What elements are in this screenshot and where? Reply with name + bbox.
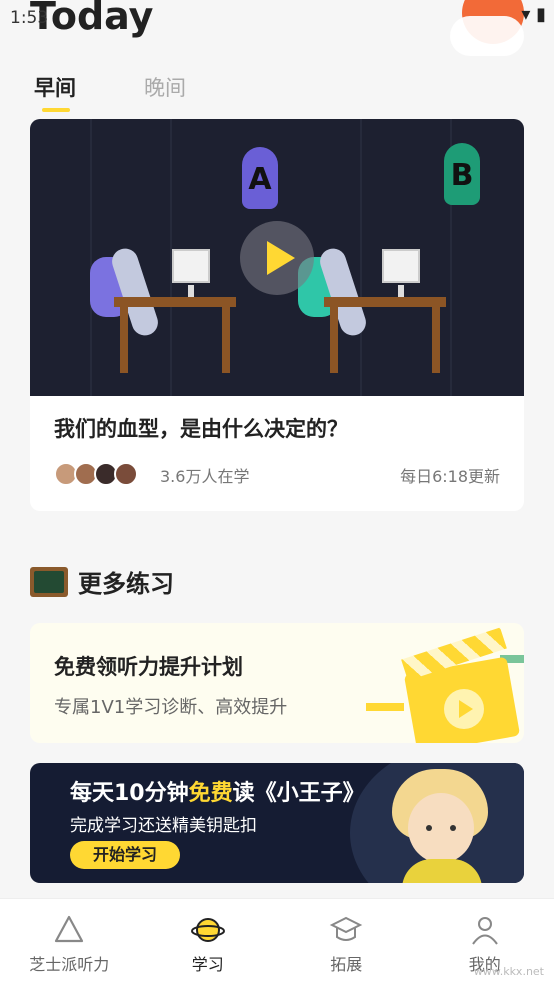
watermark: www.kkx.net bbox=[473, 965, 544, 978]
banner-subtitle: 完成学习还送精美钥匙扣 bbox=[70, 816, 257, 836]
tabbar-item-listening[interactable]: 芝士派听力 bbox=[0, 899, 139, 984]
desk-a-illustration bbox=[114, 249, 236, 373]
video-title[interactable]: 我们的血型，是由什么决定的？ bbox=[54, 413, 348, 443]
little-prince-banner[interactable]: 每天10分钟免费读《小王子》 完成学习还送精美钥匙扣 开始学习 bbox=[30, 763, 524, 883]
eye-icon bbox=[450, 825, 456, 831]
start-learning-button[interactable]: 开始学习 bbox=[70, 841, 180, 869]
banner-title: 每天10分钟免费读《小王子》 bbox=[70, 781, 365, 806]
update-time: 每日6:18更新 bbox=[400, 467, 500, 486]
section-title: 更多练习 bbox=[78, 570, 174, 598]
person-icon bbox=[471, 917, 498, 945]
play-icon[interactable] bbox=[240, 221, 314, 295]
promo-title: 免费领听力提升计划 bbox=[54, 655, 243, 679]
battery-icon: ▾ ▮ bbox=[521, 4, 546, 25]
eye-icon bbox=[426, 825, 432, 831]
video-card[interactable]: A B 我们的血型，是由什么决定的？ 3.6万人在学 每日6:18更新 bbox=[30, 119, 524, 511]
promo-subtitle: 专属1V1学习诊断、高效提升 bbox=[54, 697, 288, 718]
planet-icon bbox=[190, 918, 225, 942]
page-title: Today bbox=[30, 0, 154, 38]
status-time: 1:53 bbox=[10, 8, 49, 28]
letter-b-sign: B bbox=[444, 143, 480, 205]
avatar bbox=[114, 462, 138, 486]
tabbar-item-study[interactable]: 学习 bbox=[139, 899, 278, 984]
graduation-cap-icon bbox=[330, 916, 363, 941]
tabbar-label: 芝士派听力 bbox=[29, 955, 110, 974]
little-prince-face bbox=[408, 793, 474, 863]
tab-evening[interactable]: 晚间 bbox=[144, 72, 186, 102]
cheese-icon bbox=[55, 915, 84, 943]
video-thumbnail[interactable]: A B bbox=[30, 119, 524, 396]
bottom-tab-bar: 芝士派听力 学习 拓展 我的 bbox=[0, 898, 554, 984]
letter-a-sign: A bbox=[242, 147, 278, 209]
blackboard-icon bbox=[30, 566, 68, 597]
play-icon bbox=[444, 689, 484, 729]
learner-avatars bbox=[54, 462, 138, 486]
listening-plan-card[interactable]: 免费领听力提升计划 专属1V1学习诊断、高效提升 bbox=[30, 623, 524, 743]
tabbar-label: 拓展 bbox=[330, 955, 363, 974]
desk-b-illustration bbox=[324, 249, 446, 373]
cloud-icon bbox=[450, 16, 524, 56]
tab-morning[interactable]: 早间 bbox=[34, 72, 76, 112]
tab-bar: 早间 晚间 bbox=[34, 72, 186, 112]
learner-count: 3.6万人在学 bbox=[160, 467, 250, 486]
tabbar-label: 学习 bbox=[191, 955, 224, 974]
decoration-bar bbox=[366, 703, 404, 711]
tabbar-item-extend[interactable]: 拓展 bbox=[277, 899, 416, 984]
section-header: 更多练习 bbox=[30, 564, 174, 599]
